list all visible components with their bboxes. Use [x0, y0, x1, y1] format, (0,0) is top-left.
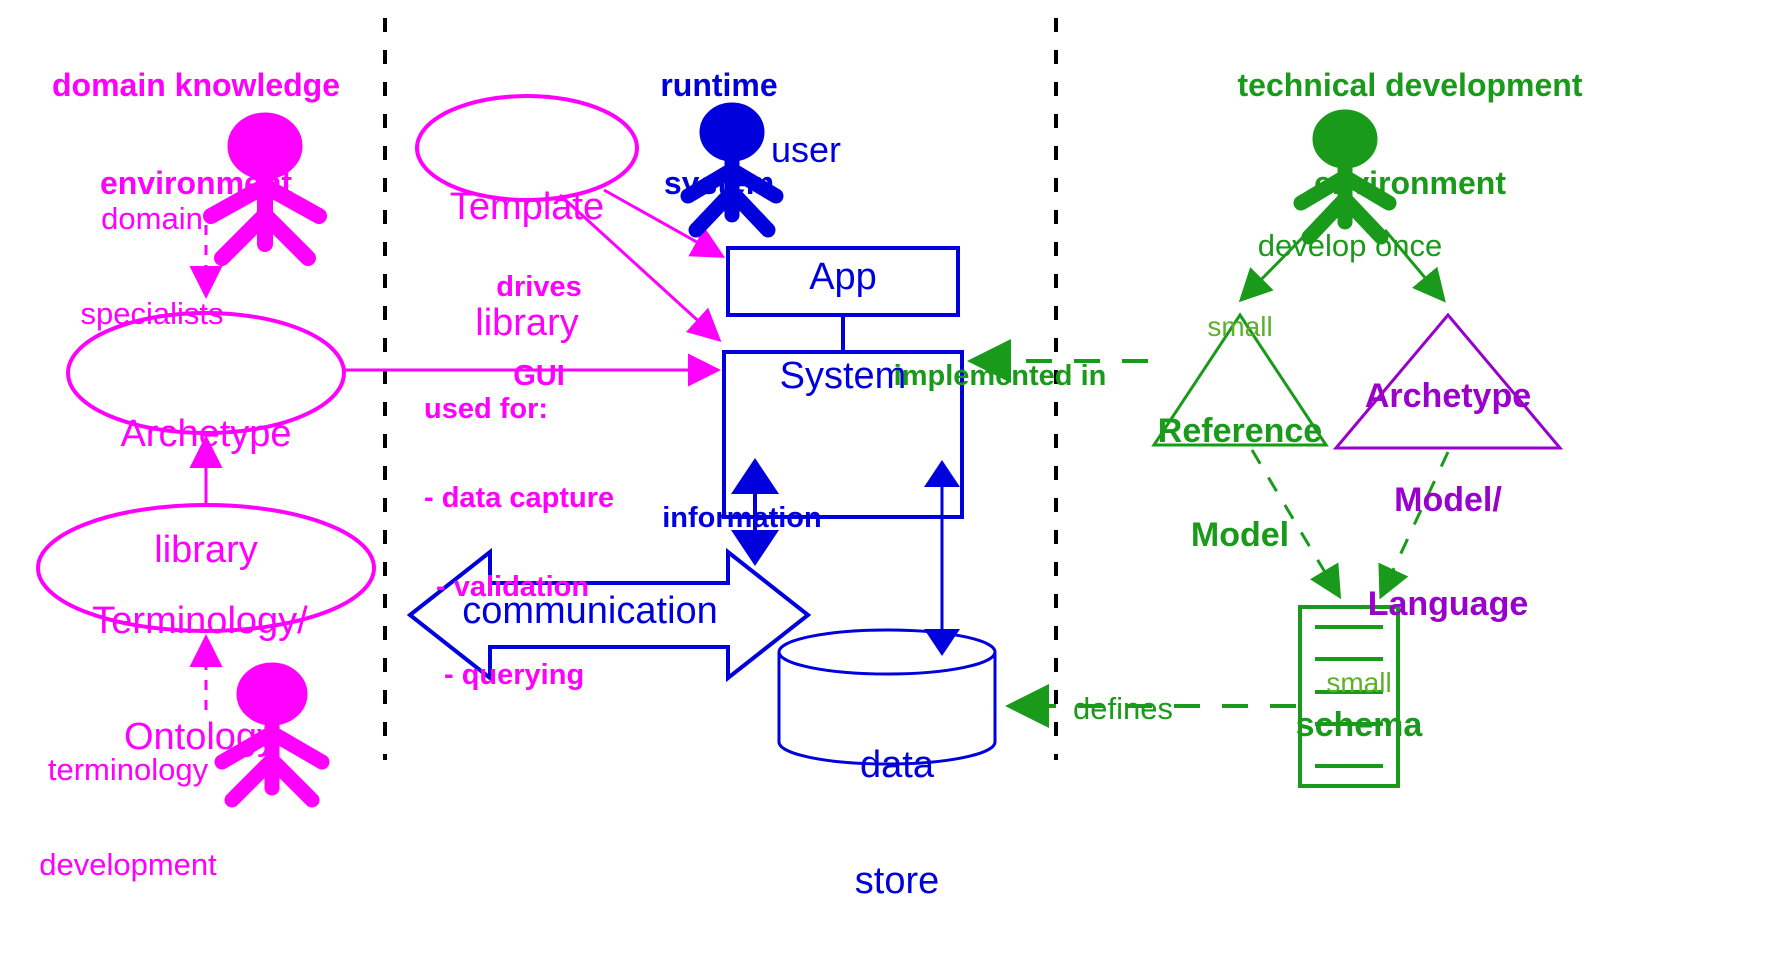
edge-label-used-for-line1: used for:	[424, 393, 549, 426]
zone-title-center: runtime system	[660, 4, 777, 265]
node-label-terminology-ontology-line1: Terminology/	[92, 599, 308, 642]
zone-title-right-line2: environment	[1313, 165, 1507, 202]
node-label-reference-model-line2: Model	[1190, 516, 1290, 555]
diagram-canvas: domain knowledge environment runtime sys…	[0, 0, 1791, 902]
zone-title-center-line1: runtime	[660, 67, 778, 104]
node-label-reference-model-small: small	[1207, 311, 1273, 342]
edge-label-used-for-line4: - querying	[444, 659, 585, 692]
node-label-app: App	[809, 256, 877, 298]
zone-title-right: technical development environment	[1238, 4, 1583, 265]
zone-title-right-line1: technical development	[1237, 67, 1583, 104]
edge-label-used-for: used for: - data capture - validation - …	[424, 336, 614, 750]
node-label-data-store: data store	[855, 668, 939, 978]
edge-label-information: information	[662, 502, 822, 534]
node-label-archetype-library-line1: Archetype	[120, 412, 292, 455]
node-label-data-store-line2: store	[854, 859, 940, 902]
node-label-archetype-model-line1: Archetype	[1364, 377, 1532, 416]
edge-label-implemented-in: implemented in	[893, 360, 1107, 392]
node-label-communication: communication	[462, 590, 718, 632]
actor-label-terminology-development-line2: development	[39, 847, 217, 883]
edge-label-drives-gui-line1: drives	[496, 271, 582, 304]
edge-label-defines: defines	[1073, 691, 1173, 726]
actor-label-terminology-development-line1: terminology	[47, 752, 209, 788]
node-label-archetype-model-line2: Model/	[1394, 481, 1502, 520]
node-label-reference-model: Reference Model	[1158, 345, 1322, 622]
node-label-archetype-model-line3: Language	[1367, 585, 1529, 624]
actor-label-user: user	[771, 129, 842, 170]
node-label-system: System	[779, 355, 907, 397]
edge-label-used-for-line2: - data capture	[424, 481, 615, 514]
zone-title-left-line1: domain knowledge	[51, 67, 341, 104]
node-label-schema-small: small	[1326, 667, 1392, 698]
zone-title-center-line2: system	[663, 165, 775, 202]
node-label-schema: schema	[1295, 706, 1423, 744]
node-label-data-store-line1: data	[860, 743, 934, 786]
actor-label-terminology-development: terminology development	[39, 691, 217, 944]
node-label-reference-model-line1: Reference	[1157, 412, 1323, 451]
node-label-archetype-model: Archetype Model/ Language	[1365, 310, 1531, 691]
actor-label-domain-specialists-line2: specialists	[80, 296, 224, 332]
edge-label-develop-once: develop once	[1257, 228, 1443, 263]
actor-label-domain-specialists-line1: domain	[101, 201, 203, 237]
